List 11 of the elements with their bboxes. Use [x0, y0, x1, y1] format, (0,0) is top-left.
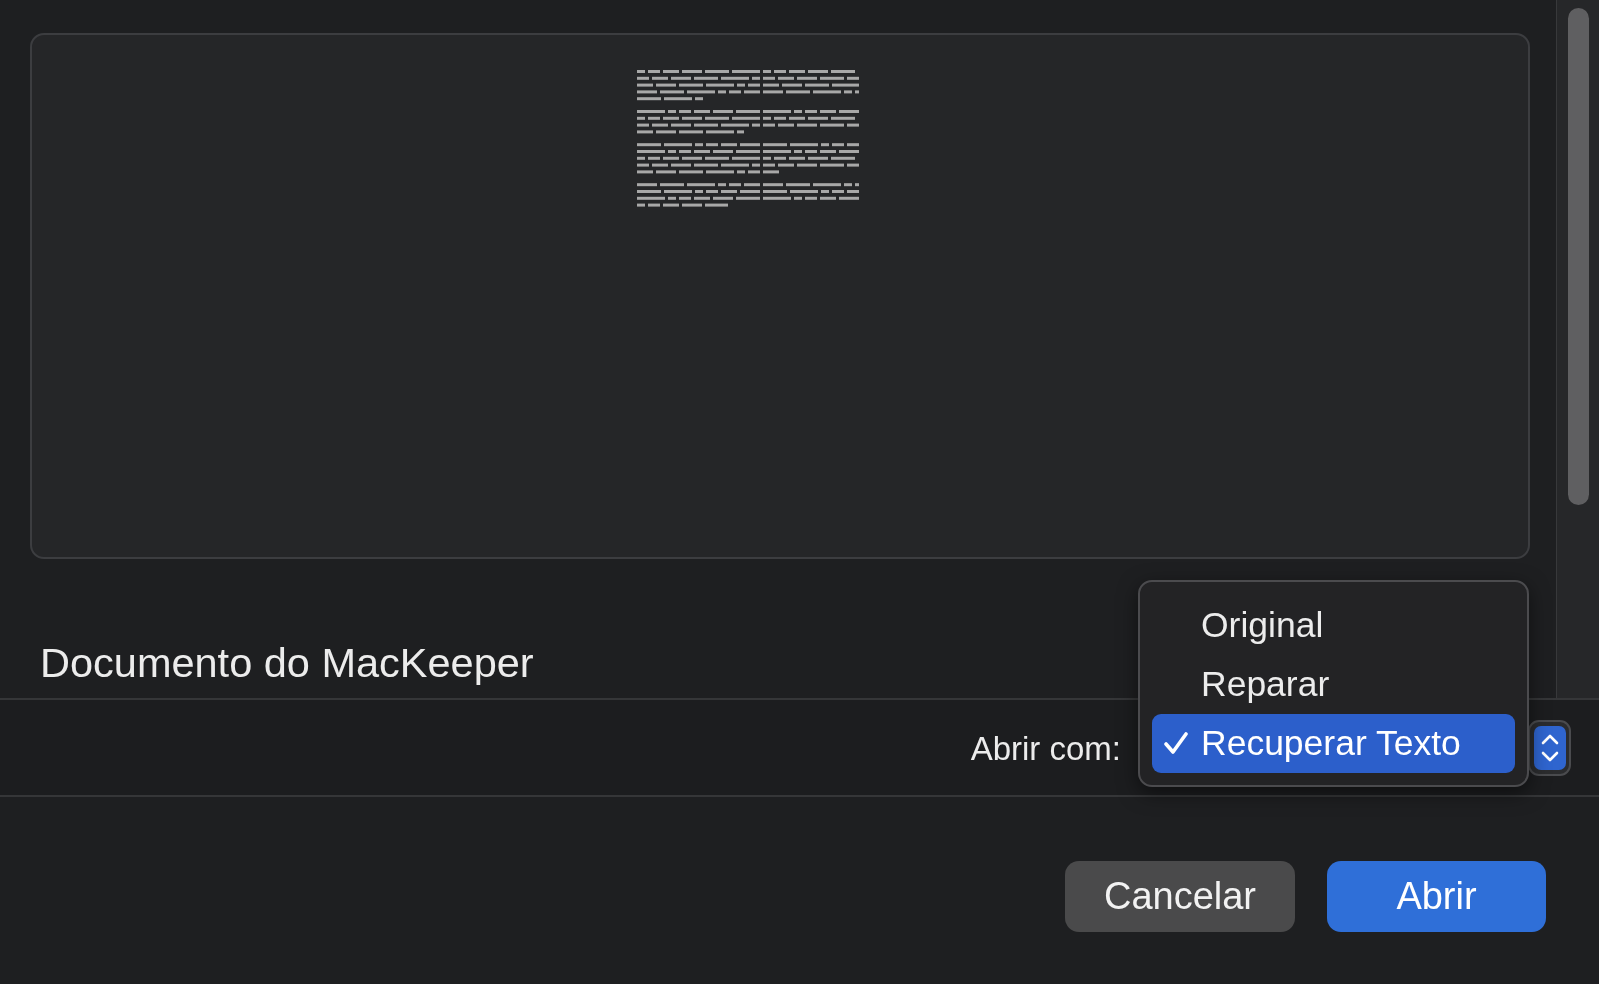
- cancel-button[interactable]: Cancelar: [1065, 861, 1295, 932]
- file-name: Documento do MacKeeper: [40, 639, 534, 687]
- open-button[interactable]: Abrir: [1327, 861, 1546, 932]
- scrollbar-thumb[interactable]: [1568, 8, 1589, 505]
- checkmark-icon: [1164, 731, 1188, 755]
- popup-button[interactable]: [1528, 719, 1571, 776]
- menu-item[interactable]: Recuperar Texto: [1152, 713, 1515, 773]
- menu-item[interactable]: Original: [1152, 595, 1515, 655]
- chevron-updown-icon: [1534, 725, 1566, 770]
- menu-item[interactable]: Reparar: [1152, 654, 1515, 714]
- open-with-label: Abrir com:: [970, 729, 1121, 768]
